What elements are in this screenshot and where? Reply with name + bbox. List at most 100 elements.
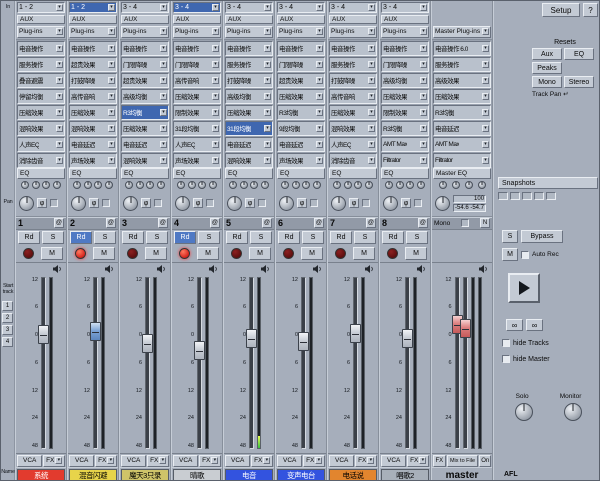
aux-button[interactable]: AUX bbox=[69, 15, 117, 24]
eq-knob[interactable] bbox=[417, 181, 425, 189]
link-icon[interactable]: ∞ bbox=[506, 319, 523, 331]
record-ready-button[interactable]: Rd bbox=[18, 231, 40, 244]
chevron-down-icon[interactable]: ▾ bbox=[56, 45, 63, 52]
mute-button[interactable]: M bbox=[93, 247, 115, 260]
eq-knob[interactable] bbox=[146, 181, 154, 189]
vca-button[interactable]: VCA bbox=[17, 455, 42, 467]
chevron-down-icon[interactable]: ▾ bbox=[368, 45, 375, 52]
play-button[interactable] bbox=[508, 273, 540, 303]
chevron-down-icon[interactable]: ▾ bbox=[420, 93, 427, 100]
solo-level-knob[interactable] bbox=[515, 403, 533, 421]
record-led[interactable] bbox=[127, 248, 138, 259]
plugins-header[interactable]: Plug-ins ▾ bbox=[69, 26, 117, 38]
track-name[interactable]: 电音 bbox=[225, 469, 273, 481]
phase-button[interactable]: φ bbox=[245, 198, 255, 208]
eq-knob[interactable] bbox=[42, 181, 50, 189]
output-select[interactable]: 3 - 4 ▾ bbox=[381, 2, 429, 13]
aux-button[interactable]: AUX bbox=[329, 15, 377, 24]
eq-knob[interactable] bbox=[209, 181, 217, 189]
output-select[interactable]: 1 - 2 ▾ bbox=[69, 2, 117, 13]
pan-link-button[interactable] bbox=[362, 199, 370, 207]
pan-knob[interactable] bbox=[383, 196, 398, 211]
plugin-slot[interactable]: 电音操作 6.0 ▾ bbox=[433, 41, 491, 56]
chevron-down-icon[interactable]: ▾ bbox=[368, 28, 375, 35]
hide-master-checkbox[interactable] bbox=[502, 355, 510, 363]
eq-knob[interactable] bbox=[94, 181, 102, 189]
chevron-down-icon[interactable]: ▾ bbox=[160, 93, 167, 100]
solo-button[interactable]: S bbox=[42, 231, 64, 244]
aux-button[interactable]: AUX bbox=[381, 15, 429, 24]
fader-track[interactable] bbox=[249, 277, 254, 449]
chevron-down-icon[interactable]: ▾ bbox=[420, 109, 427, 116]
chevron-down-icon[interactable]: ▾ bbox=[420, 125, 427, 132]
plugins-header[interactable]: Plug-ins ▾ bbox=[17, 26, 65, 38]
chevron-down-icon[interactable]: ▾ bbox=[420, 45, 427, 52]
track-name[interactable]: 魔天3只录 bbox=[121, 469, 169, 481]
setup-button[interactable]: Setup bbox=[542, 3, 580, 17]
plugin-slot[interactable]: Filtrator ▾ bbox=[433, 153, 491, 168]
chevron-down-icon[interactable]: ▾ bbox=[56, 28, 63, 35]
chevron-down-icon[interactable]: ▾ bbox=[160, 4, 167, 11]
chevron-down-icon[interactable]: ▾ bbox=[316, 157, 323, 164]
chevron-down-icon[interactable]: ▾ bbox=[420, 61, 427, 68]
record-ready-button[interactable]: Rd bbox=[122, 231, 144, 244]
eq-knob[interactable] bbox=[292, 181, 300, 189]
plugin-slot[interactable]: 电音延迟 ▾ bbox=[69, 137, 117, 152]
plugins-header[interactable]: Plug-ins ▾ bbox=[329, 26, 377, 38]
plugin-slot[interactable]: 混响效果 ▾ bbox=[17, 121, 65, 136]
chevron-down-icon[interactable]: ▾ bbox=[56, 157, 63, 164]
chevron-down-icon[interactable]: ▾ bbox=[160, 109, 167, 116]
chevron-down-icon[interactable]: ▾ bbox=[264, 157, 271, 164]
eq-header[interactable]: EQ bbox=[381, 168, 429, 179]
chevron-down-icon[interactable]: ▾ bbox=[264, 4, 271, 11]
master-pan-knob[interactable] bbox=[435, 196, 450, 211]
chevron-down-icon[interactable]: ▾ bbox=[108, 125, 115, 132]
mono-checkbox[interactable] bbox=[461, 219, 469, 227]
fx-button[interactable]: FX ▾ bbox=[95, 455, 117, 467]
chevron-down-icon[interactable]: ▾ bbox=[212, 141, 219, 148]
eq-knob[interactable] bbox=[53, 181, 61, 189]
plugin-slot[interactable]: 门限降噪 ▾ bbox=[277, 57, 325, 72]
plugin-slot[interactable]: 人声EQ ▾ bbox=[17, 137, 65, 152]
vca-button[interactable]: VCA bbox=[225, 455, 250, 467]
eq-knob[interactable] bbox=[105, 181, 113, 189]
plugin-slot[interactable]: 高级均衡 ▾ bbox=[121, 89, 169, 104]
chevron-down-icon[interactable]: ▾ bbox=[420, 77, 427, 84]
aux-button[interactable]: AUX bbox=[121, 15, 169, 24]
phase-button[interactable]: φ bbox=[141, 198, 151, 208]
chevron-down-icon[interactable]: ▾ bbox=[316, 45, 323, 52]
pan-knob[interactable] bbox=[331, 196, 346, 211]
chevron-down-icon[interactable]: ▾ bbox=[368, 157, 375, 164]
phase-button[interactable]: φ bbox=[193, 198, 203, 208]
chevron-down-icon[interactable]: ▾ bbox=[212, 93, 219, 100]
solo-button[interactable]: S bbox=[406, 231, 428, 244]
pan-link-button[interactable] bbox=[310, 199, 318, 207]
plugin-slot[interactable]: 打鼓降噪 ▾ bbox=[69, 73, 117, 88]
eq-knob[interactable] bbox=[313, 181, 321, 189]
plugin-slot[interactable]: 电音延迟 ▾ bbox=[225, 137, 273, 152]
phase-button[interactable]: φ bbox=[297, 198, 307, 208]
record-ready-button[interactable]: Rd bbox=[174, 231, 196, 244]
eq-knob[interactable] bbox=[32, 181, 40, 189]
automation-icon[interactable]: @ bbox=[158, 218, 168, 228]
chevron-down-icon[interactable]: ▾ bbox=[108, 77, 115, 84]
eq-knob[interactable] bbox=[73, 181, 81, 189]
plugin-slot[interactable]: 消除齿音 ▾ bbox=[17, 153, 65, 168]
chevron-down-icon[interactable]: ▾ bbox=[107, 457, 114, 464]
pan-knob[interactable] bbox=[175, 196, 190, 211]
aux-button[interactable]: AUX bbox=[277, 15, 325, 24]
plugin-slot[interactable]: 混响效果 ▾ bbox=[225, 153, 273, 168]
master-eq-header[interactable]: Master EQ bbox=[433, 168, 491, 179]
pan-link-button[interactable] bbox=[154, 199, 162, 207]
vca-button[interactable]: VCA bbox=[121, 455, 146, 467]
chevron-down-icon[interactable]: ▾ bbox=[316, 141, 323, 148]
plugin-slot[interactable]: 压缩效果 ▾ bbox=[69, 105, 117, 120]
plugin-slot[interactable]: 服务操作 ▾ bbox=[17, 57, 65, 72]
plugins-header[interactable]: Plug-ins ▾ bbox=[381, 26, 429, 38]
plugin-slot[interactable]: 压缩效果 ▾ bbox=[17, 105, 65, 120]
track-name[interactable]: 电话说 bbox=[329, 469, 377, 481]
plugin-slot[interactable]: 压缩效果 ▾ bbox=[277, 89, 325, 104]
plugin-slot[interactable]: Filtrator ▾ bbox=[381, 153, 429, 168]
pan-link-button[interactable] bbox=[102, 199, 110, 207]
mute-button[interactable]: M bbox=[405, 247, 427, 260]
